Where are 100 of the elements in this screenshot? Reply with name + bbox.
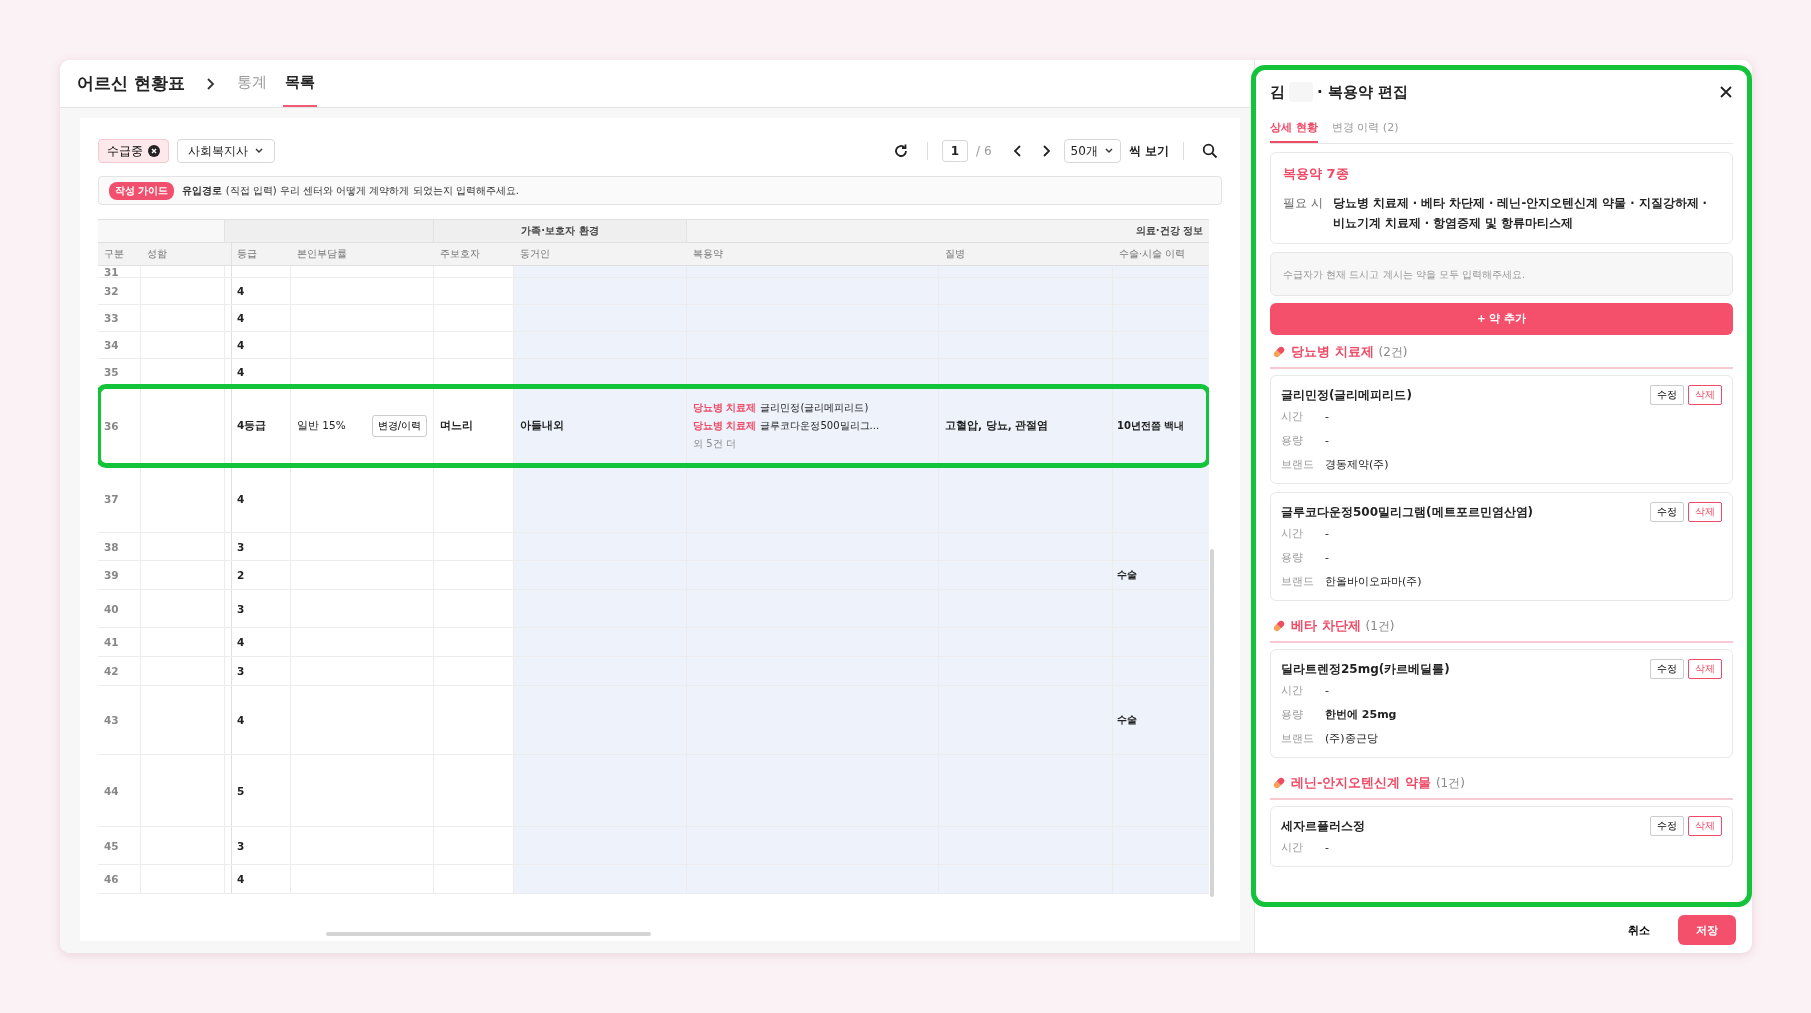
chevron-down-icon — [1103, 147, 1114, 155]
grade-cell: 4 — [237, 285, 245, 297]
row-number: 36 — [98, 386, 141, 465]
grade-cell: 3 — [237, 839, 245, 852]
medication-name: 글루코다운정500밀리그... — [760, 418, 880, 433]
grade-cell: 4 — [237, 493, 245, 505]
row-number: 39 — [98, 561, 141, 589]
field-label: 용량 — [1281, 434, 1304, 449]
medication-tag: 당뇨병 치료제 — [693, 418, 757, 433]
row-number: 34 — [98, 332, 141, 358]
table-row[interactable]: 40 3 — [98, 590, 1209, 628]
table-cell: 고혈압, 당뇨, 관절염 — [939, 386, 1113, 465]
row-number: 40 — [98, 590, 141, 627]
row-number: 46 — [98, 865, 141, 893]
column-header: 등급 — [225, 243, 291, 265]
field-label: 시간 — [1281, 527, 1304, 542]
clear-icon[interactable] — [148, 145, 160, 157]
column-header: 구분 — [103, 247, 125, 261]
category-count: (1건) — [1435, 774, 1465, 792]
filter-dropdown[interactable]: 사회복지사 — [177, 139, 275, 163]
column-header: 성함 — [146, 247, 168, 261]
grade-cell: 3 — [237, 665, 245, 677]
edit-button[interactable]: 수정 — [1650, 385, 1684, 406]
drawer-title: · 복용약 편집 — [1317, 82, 1409, 102]
delete-button[interactable]: 삭제 — [1688, 659, 1722, 680]
grade-cell: 3 — [237, 540, 245, 553]
category-name: 베타 차단제 — [1291, 617, 1361, 636]
more-medications: 외 5건 더 — [693, 436, 736, 451]
grade-cell: 4 — [237, 636, 245, 648]
table-row[interactable]: 37 4 — [98, 466, 1209, 533]
scrollbar-thumb[interactable] — [1210, 549, 1214, 897]
grade-cell: 4 — [237, 312, 245, 324]
table-row[interactable]: 46 4 — [98, 865, 1209, 894]
row-number: 33 — [98, 305, 141, 331]
edit-button[interactable]: 수정 — [1650, 502, 1684, 523]
drawer-title: 김 — [1270, 82, 1285, 102]
view-tab[interactable]: 목록 — [282, 60, 317, 107]
row-number: 43 — [98, 686, 141, 754]
grade-cell: 4 — [237, 339, 245, 351]
edit-button[interactable]: 수정 — [1650, 816, 1684, 837]
column-header: 동거인 — [519, 247, 551, 261]
scrollbar-thumb[interactable] — [326, 932, 651, 936]
guide-badge: 작성 가이드 — [109, 181, 175, 200]
row-number: 41 — [98, 628, 141, 656]
field-value: (주)종근당 — [1325, 732, 1378, 747]
field-value: - — [1325, 434, 1330, 449]
refresh-icon[interactable] — [892, 143, 909, 159]
copay-cell: 일반 15% — [297, 418, 346, 433]
field-value: 한번에 25mg — [1325, 708, 1397, 723]
close-icon[interactable] — [1719, 85, 1733, 99]
table-row[interactable]: 43 4 수술 — [98, 686, 1209, 755]
table-row[interactable]: 35 4 — [98, 359, 1209, 386]
summary-text: 당뇨병 치료제 · 베타 차단제 · 레닌-안지오텐신계 약물 · 지질강하제 · 비뇨기계 치료제 · 항염증제 및 항류마티스제 — [1332, 195, 1708, 233]
delete-button[interactable]: 삭제 — [1688, 816, 1722, 837]
field-label: 브랜드 — [1281, 458, 1315, 473]
filter-chip[interactable]: 수급중 — [98, 139, 169, 163]
grade-cell: 2 — [237, 569, 245, 581]
medication-name: 딜라트렌정25mg(카르베딜롤) — [1281, 660, 1450, 678]
field-label: 브랜드 — [1281, 575, 1315, 590]
page-input[interactable]: 1 — [941, 140, 969, 162]
field-label: 용량 — [1281, 551, 1304, 566]
table-row[interactable]: 36 4등급 일반 15% 변경/이력 며느리 아들내외 당뇨병 치료제 글리민정(글리메피리드) 당뇨병 치료제 글루코다운정500밀리그... 외 5건 더 고혈압, 당뇨, 관절염 10년전쯤 백내 — [98, 386, 1209, 466]
field-value: - — [1325, 410, 1330, 425]
field-label: 시간 — [1281, 841, 1304, 856]
column-header: 복용약 — [692, 247, 724, 261]
column-header: 본인부담률 — [296, 247, 348, 261]
delete-button[interactable]: 삭제 — [1688, 385, 1722, 406]
grade-cell: 5 — [237, 784, 245, 797]
category-count: (1건) — [1365, 617, 1395, 635]
row-number: 35 — [98, 359, 141, 385]
table-row[interactable]: 44 5 — [98, 755, 1209, 827]
medication-input[interactable]: 수급자가 현재 드시고 계시는 약을 모두 입력해주세요. — [1270, 252, 1733, 297]
row-number: 42 — [98, 657, 141, 685]
row-number: 38 — [98, 533, 141, 560]
history-button[interactable]: 변경/이력 — [371, 414, 427, 437]
row-number: 31 — [98, 266, 141, 277]
drawer-tab[interactable]: 상세 현황 — [1270, 120, 1318, 143]
edit-button[interactable]: 수정 — [1650, 659, 1684, 680]
category-name: 레닌-안지오텐신계 약물 — [1291, 774, 1431, 793]
table-cell: 수술 — [1113, 686, 1209, 754]
chevron-right-icon — [204, 77, 215, 90]
summary-label: 필요 시 — [1283, 195, 1323, 212]
row-number: 32 — [98, 278, 141, 304]
table-row[interactable]: 45 3 — [98, 827, 1209, 865]
guide-text: 유입경로 (직접 입력) 우리 센터와 어떻게 계약하게 되었는지 입력해주세요. — [182, 183, 519, 198]
search-icon[interactable] — [1202, 143, 1218, 159]
medication-name: 글리민정(글리메피리드) — [1281, 386, 1412, 404]
delete-button[interactable]: 삭제 — [1688, 502, 1722, 523]
grade-cell: 4 — [237, 366, 245, 378]
page-size-dropdown[interactable]: 50개 — [1063, 139, 1121, 163]
table-cell: 10년전쯤 백내 — [1113, 386, 1209, 465]
summary-title: 복용약 7종 — [1283, 165, 1350, 183]
field-value: - — [1325, 841, 1330, 856]
medication-name: 글루코다운정500밀리그램(메트포르민염산염) — [1281, 503, 1534, 521]
medication-name: 글리민정(글리메피리드) — [760, 400, 869, 415]
previous-page-icon[interactable] — [1011, 144, 1024, 158]
column-header: 수술·시술 이력 — [1118, 247, 1187, 261]
grade-cell: 3 — [237, 602, 245, 615]
field-label: 용량 — [1281, 708, 1304, 723]
cancel-button[interactable]: 취소 — [1622, 921, 1656, 939]
